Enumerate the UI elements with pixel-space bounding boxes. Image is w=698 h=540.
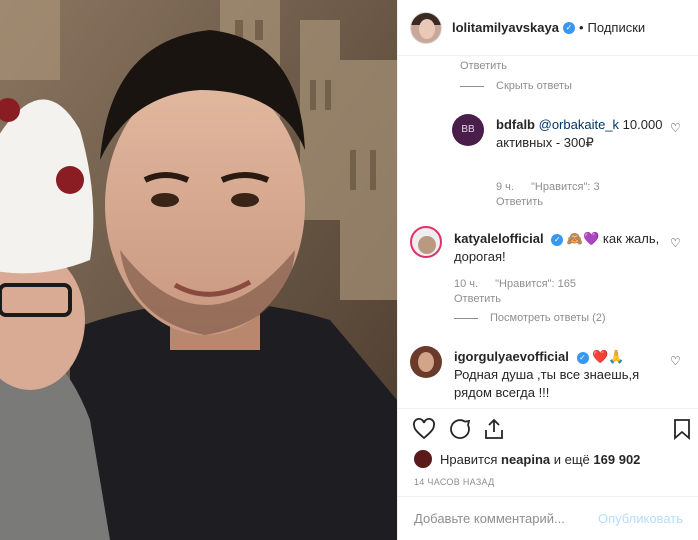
author-username[interactable]: lolitamilyavskaya	[452, 20, 559, 35]
reply-link[interactable]: Ответить	[460, 60, 507, 72]
liker-username[interactable]: neapina	[501, 452, 550, 467]
hide-replies-label: Скрыть ответы	[496, 80, 572, 92]
selfie-image	[0, 0, 397, 540]
comment-username[interactable]: katyalelofficial	[454, 231, 544, 246]
likes-prefix: Нравится	[440, 451, 498, 467]
comment-avatar[interactable]	[410, 226, 442, 258]
comment-reply-button[interactable]: Ответить	[454, 293, 501, 305]
following-button[interactable]: Подписки	[588, 20, 646, 35]
liker-avatar[interactable]	[414, 450, 432, 468]
comment-emoji: 🙈💜	[566, 231, 600, 246]
author-avatar[interactable]	[410, 11, 442, 44]
verified-badge-icon: ✓	[576, 351, 589, 364]
like-comment-heart-icon[interactable]: ♡	[670, 236, 681, 250]
reply-button[interactable]: Ответить	[496, 196, 543, 208]
comment-likes[interactable]: "Нравится": 165	[495, 278, 576, 290]
comment-meta: 10 ч. "Нравится": 165	[454, 278, 590, 290]
comment-emoji: ❤️🙏	[592, 349, 625, 364]
verified-badge-icon: ✓	[562, 21, 575, 34]
post-timestamp[interactable]: 14 часов назад	[414, 477, 495, 487]
post-header: lolitamilyavskaya ✓ • Подписки	[398, 0, 698, 56]
reply-time: 9 ч.	[496, 181, 514, 193]
comment-avatar[interactable]	[410, 346, 442, 378]
comment-input[interactable]: Добавьте комментарий...	[414, 511, 598, 526]
separator-dot: •	[578, 20, 584, 35]
publish-button[interactable]: Опубликовать	[598, 511, 683, 526]
hide-replies-link[interactable]: Скрыть ответы	[460, 80, 572, 92]
reply-text: bdfalb @orbakaite_k 10.000 активных - 30…	[496, 116, 666, 152]
comment-bubble-icon[interactable]	[448, 417, 472, 441]
comment-username[interactable]: igorgulyaevofficial	[454, 349, 569, 364]
likes-summary: Нравится neapina и ещё 169 902	[414, 450, 640, 468]
like-comment-heart-icon[interactable]: ♡	[670, 354, 681, 368]
save-bookmark-icon[interactable]	[670, 417, 694, 441]
comment-text: igorgulyaevofficial ✓ ❤️🙏 Родная душа ,т…	[454, 348, 664, 402]
reply-likes[interactable]: "Нравится": 3	[531, 181, 600, 193]
like-reply-heart-icon[interactable]: ♡	[670, 121, 681, 135]
reply-avatar[interactable]: BB	[452, 114, 484, 146]
comments-list[interactable]: Ответить Скрыть ответы BB bdfalb @orbaka…	[398, 56, 698, 408]
action-bar	[398, 408, 698, 448]
likes-count[interactable]: 169 902	[593, 452, 640, 467]
reply-mention[interactable]: @orbakaite_k	[539, 117, 619, 132]
share-icon[interactable]	[482, 417, 506, 441]
instagram-post: lolitamilyavskaya ✓ • Подписки Ответить …	[0, 0, 698, 540]
reply-meta: 9 ч. "Нравится": 3	[496, 181, 614, 193]
comment-text: katyalelofficial ✓ 🙈💜 как жаль, дорогая!	[454, 230, 664, 266]
post-sidebar: lolitamilyavskaya ✓ • Подписки Ответить …	[397, 0, 698, 540]
comment-body: Родная душа ,ты все знаешь,я рядом всегд…	[454, 367, 640, 400]
comment-time: 10 ч.	[454, 278, 479, 290]
verified-badge-icon: ✓	[551, 233, 564, 246]
view-replies-link[interactable]: Посмотреть ответы (2)	[454, 312, 606, 324]
add-comment-bar: Добавьте комментарий... Опубликовать	[398, 496, 698, 540]
post-photo[interactable]	[0, 0, 397, 540]
reply-username[interactable]: bdfalb	[496, 117, 535, 132]
view-replies-label: Посмотреть ответы (2)	[490, 312, 606, 324]
like-heart-icon[interactable]	[412, 417, 436, 441]
likes-suffix: и ещё	[553, 451, 590, 467]
